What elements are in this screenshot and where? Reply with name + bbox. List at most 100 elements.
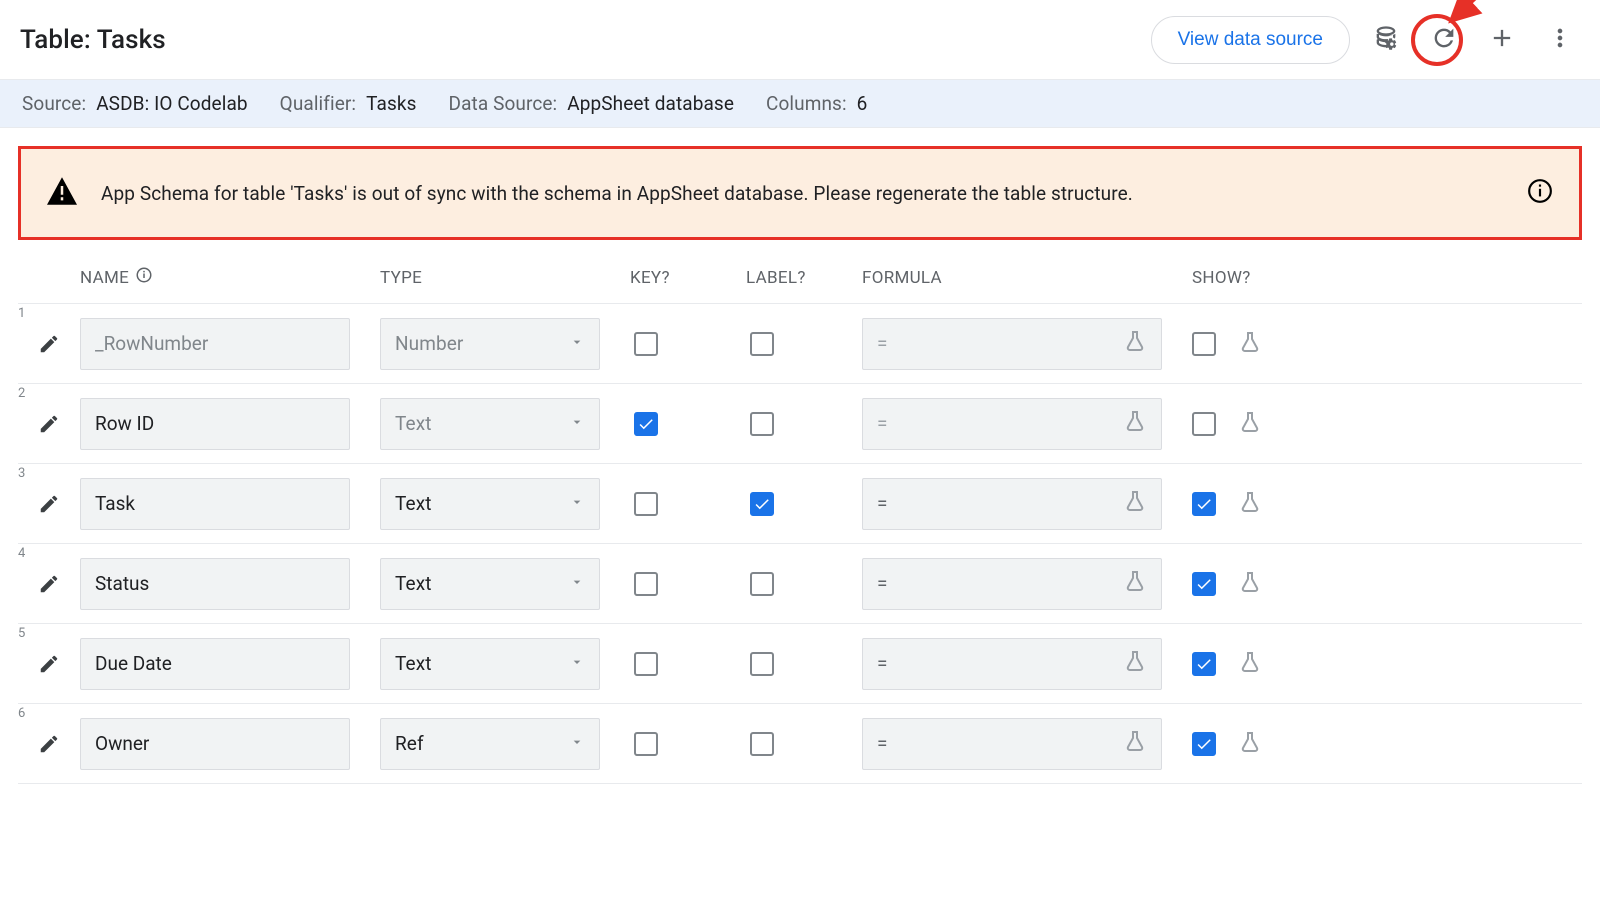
show-formula-button[interactable] <box>1238 730 1262 758</box>
formula-input[interactable]: = <box>862 558 1162 610</box>
show-formula-button[interactable] <box>1238 410 1262 438</box>
flask-icon <box>1123 409 1147 438</box>
formula-value: = <box>877 492 888 515</box>
column-type-select[interactable]: Text <box>380 398 600 450</box>
formula-value: = <box>877 572 888 595</box>
label-checkbox[interactable] <box>750 652 774 676</box>
source-value: ASDB: IO Codelab <box>96 92 247 115</box>
column-type-select[interactable]: Text <box>380 478 600 530</box>
header-name: NAME <box>80 266 380 289</box>
column-headers-row: NAME TYPE KEY? LABEL? FORMULA SHOW? <box>18 266 1582 304</box>
chevron-down-icon <box>569 732 585 755</box>
row-index: 5 <box>18 626 25 641</box>
qualifier-label: Qualifier: <box>280 92 356 115</box>
show-checkbox[interactable] <box>1192 572 1216 596</box>
database-gear-icon <box>1372 24 1400 56</box>
edit-column-button[interactable] <box>18 653 80 675</box>
column-name-input[interactable] <box>80 478 350 530</box>
data-settings-button[interactable] <box>1364 18 1408 62</box>
column-name-input[interactable] <box>80 638 350 690</box>
source-label: Source: <box>22 92 86 115</box>
show-checkbox[interactable] <box>1192 732 1216 756</box>
key-checkbox[interactable] <box>634 652 658 676</box>
formula-input[interactable]: = <box>862 718 1162 770</box>
column-name-input[interactable] <box>80 558 350 610</box>
more-vert-icon <box>1546 24 1574 56</box>
show-checkbox[interactable] <box>1192 492 1216 516</box>
header-show: SHOW? <box>1192 268 1352 288</box>
column-type-select[interactable]: Text <box>380 558 600 610</box>
view-data-source-button[interactable]: View data source <box>1151 16 1350 64</box>
flask-icon <box>1123 649 1147 678</box>
flask-icon <box>1123 329 1147 358</box>
column-name-input[interactable] <box>80 398 350 450</box>
label-checkbox[interactable] <box>750 332 774 356</box>
columns-table: NAME TYPE KEY? LABEL? FORMULA SHOW? 1 Nu… <box>18 266 1582 784</box>
formula-input[interactable]: = <box>862 398 1162 450</box>
column-type-select[interactable]: Number <box>380 318 600 370</box>
column-name-input[interactable] <box>80 718 350 770</box>
edit-column-button[interactable] <box>18 333 80 355</box>
show-checkbox[interactable] <box>1192 332 1216 356</box>
info-strip: Source: ASDB: IO Codelab Qualifier: Task… <box>0 80 1600 128</box>
columns-value: 6 <box>857 92 868 115</box>
row-index: 1 <box>18 306 25 321</box>
show-checkbox[interactable] <box>1192 412 1216 436</box>
formula-value: = <box>877 732 888 755</box>
warning-info-button[interactable] <box>1527 178 1553 208</box>
table-row: 1 Number = <box>18 304 1582 384</box>
edit-column-button[interactable] <box>18 573 80 595</box>
key-checkbox[interactable] <box>634 492 658 516</box>
chevron-down-icon <box>569 492 585 515</box>
edit-column-button[interactable] <box>18 413 80 435</box>
formula-value: = <box>877 332 888 355</box>
header-label: LABEL? <box>746 268 862 288</box>
show-formula-button[interactable] <box>1238 650 1262 678</box>
column-type-select[interactable]: Ref <box>380 718 600 770</box>
table-row: 2 Text = <box>18 384 1582 464</box>
more-options-button[interactable] <box>1538 18 1582 62</box>
warning-banner: App Schema for table 'Tasks' is out of s… <box>18 146 1582 240</box>
key-checkbox[interactable] <box>634 572 658 596</box>
show-formula-button[interactable] <box>1238 330 1262 358</box>
edit-column-button[interactable] <box>18 493 80 515</box>
key-checkbox[interactable] <box>634 732 658 756</box>
show-formula-button[interactable] <box>1238 490 1262 518</box>
column-name-input[interactable] <box>80 318 350 370</box>
column-type-value: Text <box>395 652 432 675</box>
column-type-value: Text <box>395 492 432 515</box>
label-checkbox[interactable] <box>750 492 774 516</box>
plus-icon <box>1488 24 1516 56</box>
formula-input[interactable]: = <box>862 478 1162 530</box>
edit-column-button[interactable] <box>18 733 80 755</box>
add-button[interactable] <box>1480 18 1524 62</box>
label-checkbox[interactable] <box>750 412 774 436</box>
flask-icon <box>1123 729 1147 758</box>
regenerate-button[interactable] <box>1422 18 1466 62</box>
formula-input[interactable]: = <box>862 638 1162 690</box>
column-type-value: Text <box>395 572 432 595</box>
formula-value: = <box>877 652 888 675</box>
key-checkbox[interactable] <box>634 332 658 356</box>
formula-input[interactable]: = <box>862 318 1162 370</box>
row-index: 2 <box>18 386 25 401</box>
label-checkbox[interactable] <box>750 572 774 596</box>
header-name-label: NAME <box>80 268 129 288</box>
row-index: 4 <box>18 546 25 561</box>
column-type-select[interactable]: Text <box>380 638 600 690</box>
show-checkbox[interactable] <box>1192 652 1216 676</box>
datasource-label: Data Source: <box>449 92 558 115</box>
show-formula-button[interactable] <box>1238 570 1262 598</box>
title-bar: Table: Tasks View data source <box>0 0 1600 80</box>
warning-message: App Schema for table 'Tasks' is out of s… <box>101 182 1503 205</box>
label-checkbox[interactable] <box>750 732 774 756</box>
flask-icon <box>1123 569 1147 598</box>
refresh-icon <box>1430 24 1458 56</box>
column-type-value: Number <box>395 332 463 355</box>
header-type: TYPE <box>380 268 630 288</box>
chevron-down-icon <box>569 412 585 435</box>
page-title: Table: Tasks <box>20 25 166 55</box>
columns-label: Columns: <box>766 92 847 115</box>
row-index: 3 <box>18 466 25 481</box>
key-checkbox[interactable] <box>634 412 658 436</box>
